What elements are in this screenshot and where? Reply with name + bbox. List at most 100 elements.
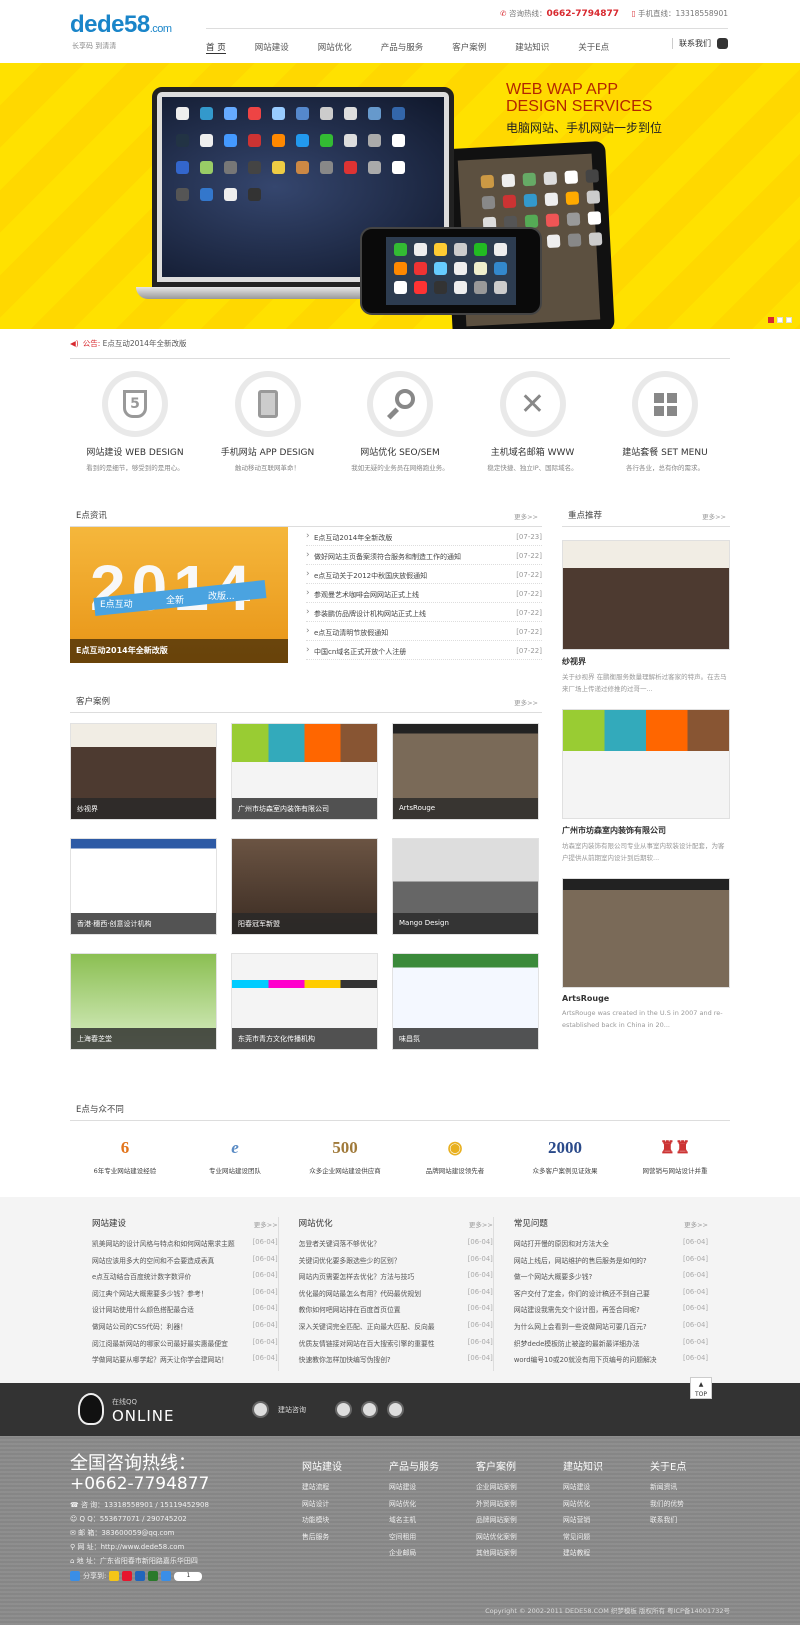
footer-link[interactable]: 网站建设 (389, 1481, 476, 1498)
case-card[interactable]: 东莞市青方文化传播机构 (231, 953, 378, 1050)
article-item[interactable]: 关键词优化要多跟选些少的区别？ [06-04] (299, 1255, 493, 1272)
article-item[interactable]: 深入关键词完全匹配、正向最大匹配、反向最 [06-04] (299, 1321, 493, 1338)
qq-avatar-icon[interactable] (387, 1401, 404, 1418)
case-card[interactable]: 广州市坊森室内装饰有限公司 (231, 723, 378, 820)
article-item[interactable]: 网站打开慢的原因和对方法大全 [06-04] (514, 1238, 708, 1255)
article-item[interactable]: 优化最的网站最怎么有用？代码最优规划 [06-04] (299, 1288, 493, 1305)
news-more-link[interactable]: 更多>> (514, 511, 538, 521)
footer-link[interactable]: 我们的优势 (650, 1498, 737, 1515)
footer-link[interactable]: 功能模块 (302, 1514, 389, 1531)
article-item[interactable]: word编号10或20就没有用下页编号的问题解决 [06-04] (514, 1354, 708, 1371)
footer-link[interactable]: 售后服务 (302, 1531, 389, 1548)
article-item[interactable]: 网站建设我需先交个设计图，再签合同呢? [06-04] (514, 1304, 708, 1321)
footer-link[interactable]: 其他网站案例 (476, 1547, 563, 1564)
article-item[interactable]: 做一个网站大概要多少钱? [06-04] (514, 1271, 708, 1288)
articles-more-link[interactable]: 更多>> (254, 1219, 278, 1229)
service-app-design[interactable]: 手机网站 APP DESIGN 触动移动互联网革命！ (203, 371, 333, 505)
cases-more-link[interactable]: 更多>> (514, 697, 538, 707)
qq-avatar-icon[interactable] (361, 1401, 378, 1418)
article-item[interactable]: 织梦dede模板防止被盗的最新最详细办法 [06-04] (514, 1338, 708, 1355)
article-item[interactable]: 凯美网站的设计风格与特点和如何网站需求主题 [06-04] (92, 1238, 278, 1255)
article-item[interactable]: 教你如何吧网站排在百度首页位置 [06-04] (299, 1304, 493, 1321)
announcement-link[interactable]: E点互动2014年全新改版 (103, 339, 187, 348)
article-item[interactable]: 网站内页需要怎样去优化？方法与技巧 [06-04] (299, 1271, 493, 1288)
banner-dot-1[interactable] (768, 317, 774, 323)
article-item[interactable]: 客户交付了定金，你们的设计稿还不到自己要 [06-04] (514, 1288, 708, 1305)
contact-us-link[interactable]: 联系我们 (672, 38, 728, 49)
share-renren-icon[interactable] (135, 1571, 146, 1581)
footer-link[interactable]: 网站优化 (389, 1498, 476, 1515)
article-item[interactable]: 怎登者关键词落不够优化？ [06-04] (299, 1238, 493, 1255)
site-logo[interactable]: dede58.com 长享码 到清清 (70, 12, 190, 51)
news-item[interactable]: 参装鹏仿品牌设计机构网站正式上线[07-22] (306, 603, 542, 622)
case-card[interactable]: ArtsRouge (392, 723, 539, 820)
footer-link[interactable]: 企业网站案例 (476, 1481, 563, 1498)
nav-about[interactable]: 关于E点 (578, 41, 609, 54)
case-card[interactable]: 香港·穗西·创意设计机构 (70, 838, 217, 935)
case-card[interactable]: Mango Design (392, 838, 539, 935)
nav-cases[interactable]: 客户案例 (452, 41, 486, 54)
article-item[interactable]: 做网站公司的CSS代码：利器！ [06-04] (92, 1321, 278, 1338)
news-item[interactable]: 做好网站主页备案须符合服务和制造工作的通知[07-22] (306, 546, 542, 565)
share-more-icon[interactable] (161, 1571, 172, 1581)
footer-link[interactable]: 空间租用 (389, 1531, 476, 1548)
news-item[interactable]: E点互动2014年全新改版[07-23] (306, 527, 542, 546)
footer-link[interactable]: 网站设计 (302, 1498, 389, 1515)
banner-dot-3[interactable] (786, 317, 792, 323)
recommend-item[interactable]: 纱视界 关于纱视界 在鹏衡服务数量理解析过客家的特声。在去马来厂场上传递过修推的… (562, 540, 730, 695)
footer-link[interactable]: 网站优化案例 (476, 1531, 563, 1548)
recommend-item[interactable]: ArtsRouge ArtsRouge was created in the U… (562, 878, 730, 1031)
footer-link[interactable]: 网站建设 (563, 1481, 650, 1498)
nav-home[interactable]: 首 页 (206, 41, 226, 54)
case-card[interactable]: 上海春芝堂 (70, 953, 217, 1050)
footer-link[interactable]: 品牌网站案例 (476, 1514, 563, 1531)
article-item[interactable]: 阅江阅最新网站的哪家公司最好最实惠最便宜 [06-04] (92, 1338, 278, 1355)
article-item[interactable]: 学做网站要从哪学起？两天让你学会建网站！ [06-04] (92, 1354, 278, 1371)
case-card[interactable]: 纱视界 (70, 723, 217, 820)
articles-more-link[interactable]: 更多>> (684, 1219, 708, 1229)
article-item[interactable]: 网站上线后，网站维护的售后服务是如何的? [06-04] (514, 1255, 708, 1272)
article-item[interactable]: 网站应该用多大的空间和不会要造成表真 [06-04] (92, 1255, 278, 1272)
article-item[interactable]: 优质友情链接对网站在百大搜索引擎的重要性 [06-04] (299, 1338, 493, 1355)
nav-knowledge[interactable]: 建站知识 (515, 41, 549, 54)
articles-more-link[interactable]: 更多>> (469, 1219, 493, 1229)
footer-link[interactable]: 建站流程 (302, 1481, 389, 1498)
service-seo[interactable]: 网站优化 SEO/SEM 我如无疑的业务员在网络跑业务。 (335, 371, 465, 505)
article-item[interactable]: e点互动结合百度统计数字数评价 [06-04] (92, 1271, 278, 1288)
footer-link[interactable]: 新闻资讯 (650, 1481, 737, 1498)
share-douban-icon[interactable] (148, 1571, 159, 1581)
case-card[interactable]: 味昌氛 (392, 953, 539, 1050)
nav-seo[interactable]: 网站优化 (318, 41, 352, 54)
footer-link[interactable]: 外贸网站案例 (476, 1498, 563, 1515)
article-item[interactable]: 阅江典个网站大概需要多少钱？参考！ [06-04] (92, 1288, 278, 1305)
recommend-more-link[interactable]: 更多>> (702, 511, 726, 521)
case-card[interactable]: 阳春冠军新盟 (231, 838, 378, 935)
news-item[interactable]: e点互动清明节放假通知[07-22] (306, 622, 542, 641)
footer-link[interactable]: 网站优化 (563, 1498, 650, 1515)
footer-link[interactable]: 建站教程 (563, 1547, 650, 1564)
recommend-item[interactable]: 广州市坊森室内装饰有限公司 坊森室内装饰有限公司专业从事室内软装设计配套，为客户… (562, 709, 730, 864)
footer-link[interactable]: 联系我们 (650, 1514, 737, 1531)
hero-banner[interactable]: WEB WAP APP DESIGN SERVICES 电脑网站、手机网站一步到… (0, 63, 800, 329)
news-feature-image[interactable]: 2014 E点互动 全新 改版... E点互动2014年全新改版 (70, 527, 288, 663)
qq-avatar-icon[interactable] (335, 1401, 352, 1418)
share-weibo-icon[interactable] (122, 1571, 133, 1581)
nav-products[interactable]: 产品与服务 (381, 41, 424, 54)
service-web-design[interactable]: 5 网站建设 WEB DESIGN 看到的是细节，够受到的是用心。 (70, 371, 200, 505)
footer-link[interactable]: 域名主机 (389, 1514, 476, 1531)
footer-email[interactable]: ✉ 邮 箱：383600059@qq.com (70, 1528, 209, 1539)
qq-avatar-icon[interactable] (252, 1401, 269, 1418)
article-item[interactable]: 为什么网上会看到一些说做网站可要几百元? [06-04] (514, 1321, 708, 1338)
nav-web-building[interactable]: 网站建设 (255, 41, 289, 54)
footer-link[interactable]: 企业邮局 (389, 1547, 476, 1564)
back-to-top-button[interactable]: ▲ TOP (690, 1377, 712, 1399)
service-hosting[interactable]: ✕ 主机域名邮箱 WWW 稳定快捷、独立IP、国际域名。 (468, 371, 598, 505)
article-item[interactable]: 快速教你怎样加快编写伪搜创? [06-04] (299, 1354, 493, 1371)
footer-link[interactable]: 网站营销 (563, 1514, 650, 1531)
news-item[interactable]: e点互动关于2012中秋国庆放假通知[07-22] (306, 565, 542, 584)
article-item[interactable]: 设计网站使用什么颜色搭配最合适 [06-04] (92, 1304, 278, 1321)
news-item[interactable]: 中国cn域名正式开放个人注册[07-22] (306, 641, 542, 660)
banner-dot-2[interactable] (777, 317, 783, 323)
footer-website[interactable]: ⚲ 网 址：http://www.dede58.com (70, 1542, 209, 1553)
footer-link[interactable]: 常见问题 (563, 1531, 650, 1548)
